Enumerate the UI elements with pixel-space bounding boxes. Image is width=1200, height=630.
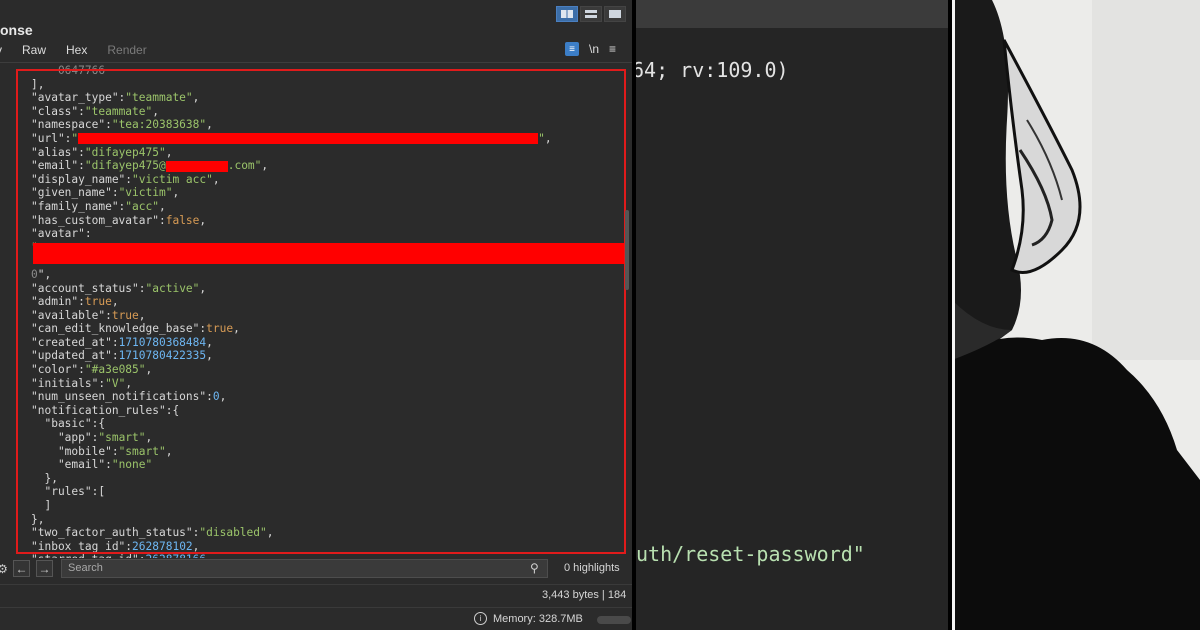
word-wrap-button[interactable]: ≡ — [565, 42, 579, 56]
search-input[interactable]: Search — [61, 559, 548, 578]
terminal-line-useragent: 64; rv:109.0) — [636, 58, 789, 82]
viewer-header: onse — [0, 0, 632, 38]
memory-label: Memory: 328.7MB — [493, 612, 583, 625]
tab-hex[interactable]: Hex — [66, 43, 99, 61]
tab-render[interactable]: Render — [107, 43, 158, 61]
highlight-box — [16, 69, 626, 554]
split-view-button[interactable] — [556, 6, 578, 22]
response-viewer-panel: onse y Raw Hex Render ≡ \n ≡ 0647766],"a… — [0, 0, 632, 630]
vertical-scrollbar[interactable] — [625, 210, 629, 290]
terminal-line-endpoint: uth/reset-password" — [636, 542, 865, 566]
next-match-button[interactable]: → — [36, 560, 53, 577]
terminal-panel: 64; rv:109.0) : uth/reset-password" — [636, 0, 948, 630]
search-icon[interactable]: ⚲ — [530, 561, 539, 575]
highlights-count: 0 highlights — [564, 562, 620, 574]
terminal-titlebar — [636, 0, 948, 28]
tab-raw[interactable]: Raw — [22, 43, 58, 61]
settings-gear-icon[interactable]: ⚙ — [0, 560, 11, 577]
split-columns-icon — [561, 10, 573, 18]
layout-toggle-group — [556, 6, 626, 22]
single-view-button[interactable] — [604, 6, 626, 22]
info-icon: i — [474, 612, 487, 625]
arrow-left-icon: ← — [15, 561, 28, 576]
menu-icon[interactable]: ≡ — [609, 42, 616, 56]
arrow-right-icon: → — [38, 561, 51, 576]
terminal-cursor-fragment: : — [636, 116, 638, 132]
show-newlines-button[interactable]: \n — [589, 42, 599, 56]
panel-title: onse — [0, 22, 33, 38]
previous-match-button[interactable]: ← — [13, 560, 30, 577]
response-tabs: y Raw Hex Render — [0, 43, 167, 61]
memory-usage-bar — [597, 616, 631, 624]
memory-bar: i Memory: 328.7MB — [0, 607, 632, 630]
tab-pretty[interactable]: y — [0, 43, 14, 61]
manga-illustration — [952, 0, 1200, 630]
search-bar: ⚙ ← → Search ⚲ 0 highlights — [0, 558, 632, 580]
hooded-figure-image — [952, 0, 1200, 630]
split-rows-icon — [585, 10, 597, 18]
status-bar: 3,443 bytes | 184 — [0, 584, 632, 607]
memory-info: i Memory: 328.7MB — [474, 612, 583, 625]
editor-tools: ≡ \n ≡ — [565, 42, 616, 56]
wrap-lines-icon: ≡ — [569, 43, 575, 55]
response-size: 3,443 bytes | 184 — [542, 589, 627, 601]
single-pane-icon — [609, 10, 621, 18]
horizontal-view-button[interactable] — [580, 6, 602, 22]
